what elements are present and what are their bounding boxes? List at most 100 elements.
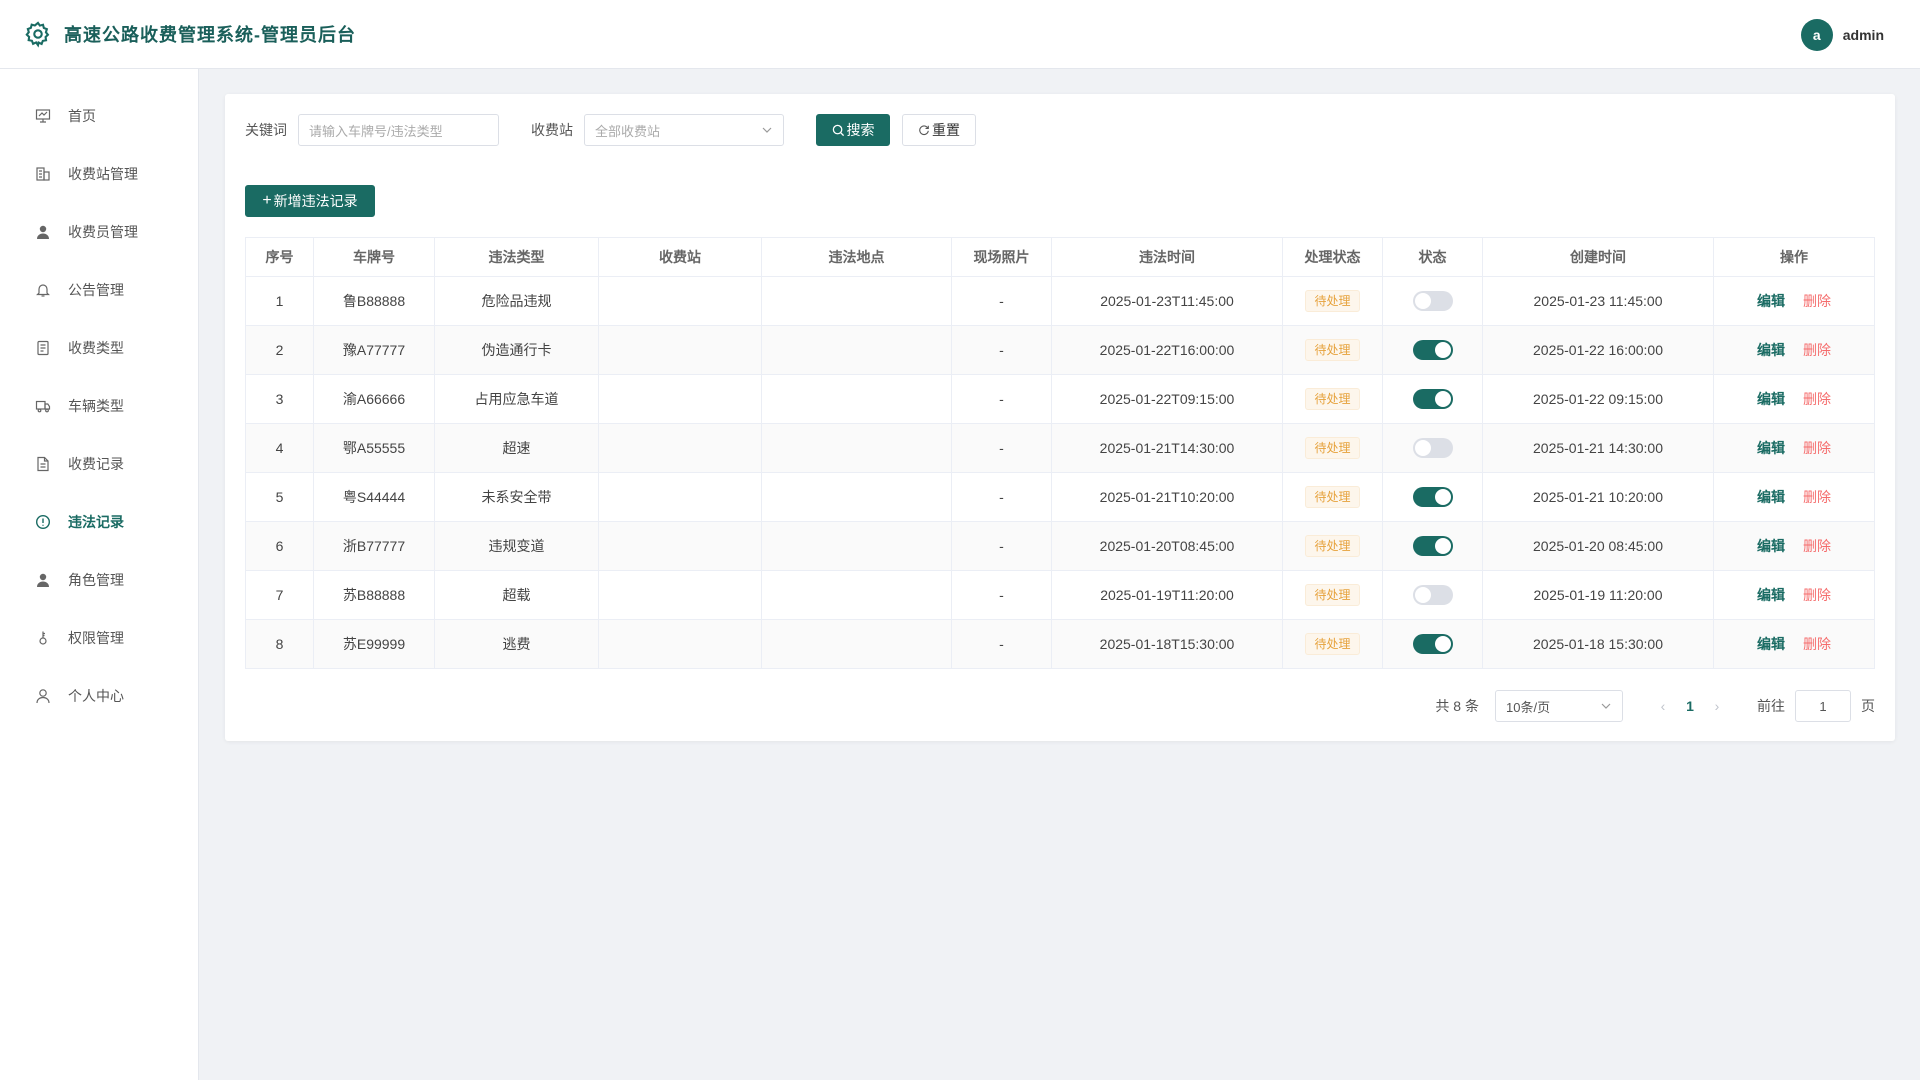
sidebar-item-2[interactable]: 收费员管理 — [0, 203, 198, 261]
page-size-select[interactable]: 10条/页 — [1495, 690, 1623, 722]
goto-page-input[interactable]: 1 — [1795, 690, 1851, 722]
cell-plate: 浙B77777 — [313, 521, 435, 571]
column-header: 车牌号 — [313, 237, 435, 277]
cell-actions: 编辑 删除 — [1713, 423, 1875, 473]
sidebar: 首页收费站管理 收费员管理公告管理收费类型 车辆类型收费记录违法记录 角色管理 权限管理… — [0, 69, 199, 1080]
cell-enabled — [1382, 521, 1483, 571]
user-icon — [34, 223, 52, 241]
sidebar-item-4[interactable]: 收费类型 — [0, 319, 198, 377]
keyword-input[interactable]: 请输入车牌号/违法类型 — [298, 114, 499, 146]
delete-button[interactable]: 删除 — [1803, 538, 1831, 554]
cell-index: 7 — [245, 570, 314, 620]
next-page-button[interactable]: › — [1701, 698, 1733, 714]
sidebar-item-8[interactable]: 角色管理 — [0, 551, 198, 609]
cell-created-time: 2025-01-21 14:30:00 — [1482, 423, 1714, 473]
search-button[interactable]: 搜索 — [816, 114, 890, 146]
cell-station — [598, 472, 762, 522]
cell-plate: 豫A77777 — [313, 325, 435, 375]
sidebar-item-0[interactable]: 首页 — [0, 87, 198, 145]
sidebar-item-label: 公告管理 — [68, 282, 124, 298]
edit-button[interactable]: 编辑 — [1757, 489, 1785, 505]
cell-photo: - — [951, 423, 1052, 473]
sidebar-item-label: 收费记录 — [68, 456, 124, 472]
cell-plate: 渝A66666 — [313, 374, 435, 424]
delete-button[interactable]: 删除 — [1803, 489, 1831, 505]
delete-button[interactable]: 删除 — [1803, 587, 1831, 603]
document-icon — [34, 339, 52, 357]
gear-icon — [25, 21, 50, 48]
status-badge: 待处理 — [1305, 535, 1360, 557]
cell-enabled — [1382, 276, 1483, 326]
reset-button[interactable]: 重置 — [902, 114, 976, 146]
cell-violation-type: 超载 — [434, 570, 599, 620]
status-toggle[interactable] — [1412, 585, 1453, 605]
sidebar-item-9[interactable]: 权限管理 — [0, 609, 198, 667]
edit-button[interactable]: 编辑 — [1757, 293, 1785, 309]
cell-violation-type: 危险品违规 — [434, 276, 599, 326]
cell-photo: - — [951, 570, 1052, 620]
cell-photo: - — [951, 619, 1052, 669]
prev-page-button[interactable]: ‹ — [1647, 698, 1679, 714]
cell-process-status: 待处理 — [1282, 570, 1383, 620]
cell-station — [598, 325, 762, 375]
column-header: 序号 — [245, 237, 314, 277]
edit-button[interactable]: 编辑 — [1757, 440, 1785, 456]
add-violation-button[interactable]: + 新增违法记录 — [245, 185, 375, 217]
status-toggle[interactable] — [1412, 291, 1453, 311]
user-menu[interactable]: a admin — [1800, 19, 1884, 51]
station-select[interactable]: 全部收费站 — [584, 114, 784, 146]
current-page[interactable]: 1 — [1679, 698, 1701, 714]
delete-button[interactable]: 删除 — [1803, 342, 1831, 358]
edit-button[interactable]: 编辑 — [1757, 538, 1785, 554]
cell-index: 5 — [245, 472, 314, 522]
cell-violation-time: 2025-01-23T11:45:00 — [1051, 276, 1283, 326]
table-row: 6 浙B77777 违规变道 -2025-01-20T08:45:00 待处理 2025-… — [245, 521, 1875, 571]
warning-circle-icon — [34, 513, 52, 531]
avatar[interactable]: a — [1800, 19, 1833, 51]
cell-process-status: 待处理 — [1282, 276, 1383, 326]
cell-station — [598, 570, 762, 620]
cell-process-status: 待处理 — [1282, 374, 1383, 424]
table-header-row: 序号 车牌号 违法类型 收费站 违法地点 现场照片 违法时间 处理状态 状态 创建时间 操作 — [245, 237, 1875, 277]
cell-location — [761, 423, 952, 473]
status-toggle[interactable] — [1412, 536, 1453, 556]
sidebar-item-label: 个人中心 — [68, 688, 124, 704]
sidebar-item-1[interactable]: 收费站管理 — [0, 145, 198, 203]
cell-violation-type: 超速 — [434, 423, 599, 473]
sidebar-item-7[interactable]: 违法记录 — [0, 493, 198, 551]
edit-button[interactable]: 编辑 — [1757, 342, 1785, 358]
filter-bar: 关键词 请输入车牌号/违法类型 收费站 全部收费站 搜索 重置 — [245, 114, 976, 146]
delete-button[interactable]: 删除 — [1803, 293, 1831, 309]
edit-button[interactable]: 编辑 — [1757, 391, 1785, 407]
status-toggle[interactable] — [1412, 634, 1453, 654]
main-card: 关键词 请输入车牌号/违法类型 收费站 全部收费站 搜索 重置 + 新增违法记录… — [225, 94, 1895, 741]
total-count: 共 8 条 — [1435, 698, 1479, 714]
status-toggle[interactable] — [1412, 438, 1453, 458]
cell-station — [598, 276, 762, 326]
delete-button[interactable]: 删除 — [1803, 391, 1831, 407]
status-toggle[interactable] — [1412, 487, 1453, 507]
sidebar-item-10[interactable]: 个人中心 — [0, 667, 198, 725]
status-toggle[interactable] — [1412, 389, 1453, 409]
cell-created-time: 2025-01-18 15:30:00 — [1482, 619, 1714, 669]
username[interactable]: admin — [1843, 27, 1884, 43]
sidebar-item-5[interactable]: 车辆类型 — [0, 377, 198, 435]
edit-button[interactable]: 编辑 — [1757, 636, 1785, 652]
status-toggle[interactable] — [1412, 340, 1453, 360]
cell-location — [761, 325, 952, 375]
cell-location — [761, 521, 952, 571]
cell-actions: 编辑 删除 — [1713, 521, 1875, 571]
cell-enabled — [1382, 619, 1483, 669]
cell-process-status: 待处理 — [1282, 619, 1383, 669]
cell-actions: 编辑 删除 — [1713, 570, 1875, 620]
sidebar-item-3[interactable]: 公告管理 — [0, 261, 198, 319]
page-suffix: 页 — [1861, 698, 1875, 714]
chevron-down-icon — [1601, 703, 1611, 709]
sidebar-item-label: 首页 — [68, 108, 96, 124]
cell-created-time: 2025-01-20 08:45:00 — [1482, 521, 1714, 571]
delete-button[interactable]: 删除 — [1803, 440, 1831, 456]
sidebar-item-6[interactable]: 收费记录 — [0, 435, 198, 493]
delete-button[interactable]: 删除 — [1803, 636, 1831, 652]
cell-actions: 编辑 删除 — [1713, 619, 1875, 669]
edit-button[interactable]: 编辑 — [1757, 587, 1785, 603]
